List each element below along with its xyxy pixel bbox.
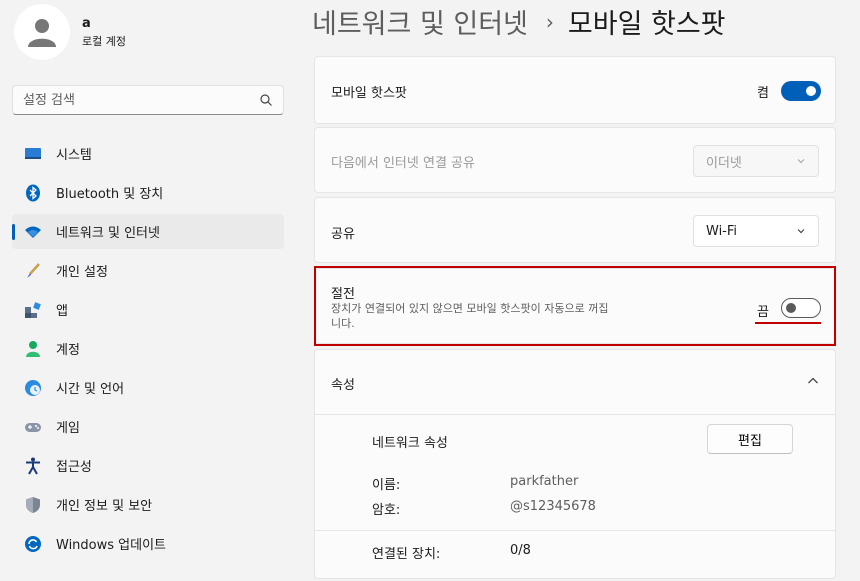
- connected-devices-value: 0/8: [510, 543, 531, 558]
- search-input[interactable]: [23, 92, 259, 108]
- password-value: @s12345678: [510, 499, 596, 514]
- sidebar-item-label: 계정: [56, 343, 80, 358]
- profile-account-type: 로컬 계정: [82, 34, 126, 48]
- sidebar-item-network[interactable]: 네트워크 및 인터넷: [12, 214, 284, 249]
- hotspot-state-text: 켬: [757, 86, 769, 101]
- update-icon: [24, 535, 42, 553]
- edit-button[interactable]: 편집: [707, 424, 793, 454]
- divider: [315, 414, 835, 415]
- sidebar-item-label: 게임: [56, 421, 80, 436]
- nav-list: 시스템 Bluetooth 및 장치 네트워크 및 인터넷 개인 설정 앱 계정…: [12, 136, 284, 565]
- sidebar-item-label: Bluetooth 및 장치: [56, 187, 164, 202]
- search-icon[interactable]: [259, 93, 273, 107]
- sidebar: a 로컬 계정 시스템 Bluetooth 및 장치 네트워크 및: [0, 0, 300, 581]
- chevron-up-icon[interactable]: [807, 376, 819, 386]
- network-properties-label: 네트워크 속성: [372, 436, 448, 451]
- chevron-down-icon: [797, 159, 805, 164]
- breadcrumb-separator: ›: [545, 9, 554, 34]
- bluetooth-icon: [24, 184, 42, 202]
- sidebar-item-privacy-security[interactable]: 개인 정보 및 보안: [12, 487, 284, 522]
- profile-name: a: [82, 15, 91, 31]
- user-icon: [28, 19, 56, 47]
- share-over-dropdown[interactable]: Wi-Fi: [693, 215, 819, 247]
- breadcrumb: 네트워크 및 인터넷 › 모바일 핫스팟: [312, 2, 726, 41]
- sidebar-item-label: 시간 및 언어: [56, 382, 125, 397]
- hotspot-label: 모바일 핫스팟: [331, 86, 407, 101]
- accessibility-icon: [24, 457, 42, 475]
- sidebar-item-label: 네트워크 및 인터넷: [56, 226, 160, 241]
- share-over-label: 공유: [331, 227, 355, 242]
- hotspot-toggle[interactable]: [781, 81, 821, 101]
- sidebar-item-label: 개인 정보 및 보안: [56, 499, 153, 514]
- share-from-dropdown[interactable]: 이더넷: [693, 145, 819, 177]
- shield-icon: [24, 496, 42, 514]
- sidebar-item-label: 개인 설정: [56, 265, 108, 280]
- annotation-highlight-box: [314, 266, 836, 346]
- name-label: 이름:: [372, 478, 401, 493]
- sidebar-item-accounts[interactable]: 계정: [12, 331, 284, 366]
- apps-icon: [24, 301, 42, 319]
- settings-search[interactable]: [12, 85, 284, 115]
- sidebar-item-time-language[interactable]: 시간 및 언어: [12, 370, 284, 405]
- share-over-value: Wi-Fi: [706, 223, 738, 239]
- connected-devices-label: 연결된 장치:: [372, 547, 441, 562]
- password-label: 암호:: [372, 503, 401, 518]
- sidebar-item-gaming[interactable]: 게임: [12, 409, 284, 444]
- gamepad-icon: [24, 418, 42, 436]
- share-from-label: 다음에서 인터넷 연결 공유: [331, 156, 475, 171]
- breadcrumb-parent[interactable]: 네트워크 및 인터넷: [312, 2, 528, 41]
- time-language-icon: [24, 379, 42, 397]
- properties-header[interactable]: 속성: [315, 350, 835, 414]
- sidebar-item-personalization[interactable]: 개인 설정: [12, 253, 284, 288]
- system-icon: [24, 145, 42, 163]
- user-profile[interactable]: a 로컬 계정: [14, 4, 126, 60]
- sidebar-item-bluetooth[interactable]: Bluetooth 및 장치: [12, 175, 284, 210]
- chevron-down-icon: [797, 229, 805, 234]
- sidebar-item-system[interactable]: 시스템: [12, 136, 284, 171]
- divider: [315, 530, 835, 531]
- properties-card: 속성 네트워크 속성 편집 이름: parkfather 암호: @s12345…: [314, 349, 836, 579]
- share-from-card: 다음에서 인터넷 연결 공유 이더넷: [314, 127, 836, 193]
- brush-icon: [24, 262, 42, 280]
- sidebar-item-label: 앱: [56, 304, 68, 319]
- share-from-value: 이더넷: [706, 155, 742, 171]
- sidebar-item-accessibility[interactable]: 접근성: [12, 448, 284, 483]
- sidebar-item-windows-update[interactable]: Windows 업데이트: [12, 526, 284, 561]
- wifi-icon: [24, 223, 42, 241]
- annotation-underline: [755, 322, 821, 324]
- account-icon: [24, 340, 42, 358]
- properties-header-label: 속성: [331, 378, 355, 393]
- name-value: parkfather: [510, 474, 579, 489]
- sidebar-item-label: Windows 업데이트: [56, 538, 167, 553]
- hotspot-card: 모바일 핫스팟 켬: [314, 56, 836, 124]
- sidebar-item-apps[interactable]: 앱: [12, 292, 284, 327]
- sidebar-item-label: 접근성: [56, 460, 92, 475]
- avatar: [14, 4, 70, 60]
- sidebar-item-label: 시스템: [56, 148, 92, 163]
- share-over-card: 공유 Wi-Fi: [314, 197, 836, 263]
- page-title: 모바일 핫스팟: [567, 9, 726, 40]
